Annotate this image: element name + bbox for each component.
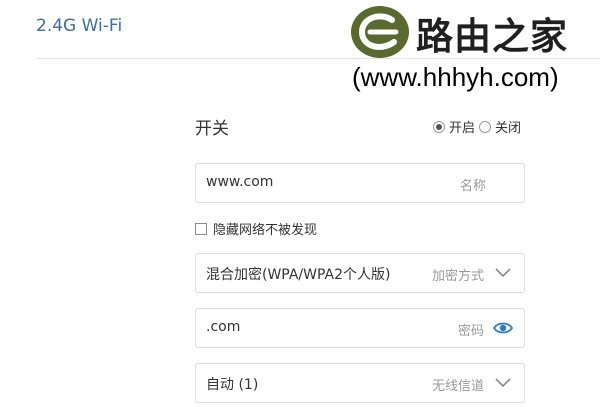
radio-off-label[interactable]: 关闭	[495, 117, 521, 136]
switch-radio-group: 开启 关闭	[432, 117, 525, 136]
ssid-field[interactable]: www.com 名称	[195, 163, 525, 203]
channel-value: 自动 (1)	[206, 377, 259, 393]
password-value[interactable]: .com	[206, 319, 240, 335]
hide-network-label: 隐藏网络不被发现	[213, 223, 318, 238]
wifi-switch-row: 开关 开启 关闭	[195, 114, 525, 139]
hide-network-checkbox[interactable]	[195, 222, 207, 235]
radio-on[interactable]	[432, 120, 445, 133]
channel-hint: 无线信道	[431, 379, 484, 394]
encryption-value: 混合加密(WPA/WPA2个人版)	[206, 267, 391, 283]
watermark-logo: 路由之家 (www.hhhyh.com)	[350, 2, 600, 98]
eye-icon[interactable]	[493, 321, 513, 335]
password-field[interactable]: .com 密码	[195, 308, 525, 348]
encryption-hint: 加密方式	[431, 269, 484, 284]
watermark-url: (www.hhhyh.com)	[352, 62, 559, 92]
ssid-value[interactable]: www.com	[206, 174, 273, 190]
password-hint: 密码	[457, 324, 484, 339]
router-home-logo-icon	[351, 6, 409, 58]
chevron-down-icon[interactable]	[495, 266, 511, 278]
watermark-brand: 路由之家	[416, 14, 568, 58]
radio-on-label[interactable]: 开启	[449, 117, 475, 136]
section-title: 2.4G Wi-Fi	[36, 16, 123, 36]
ssid-hint: 名称	[459, 179, 486, 194]
switch-label: 开关	[195, 119, 229, 139]
radio-off[interactable]	[478, 120, 491, 133]
chevron-down-icon[interactable]	[495, 376, 511, 388]
hide-network-row[interactable]: 隐藏网络不被发现	[195, 219, 317, 238]
channel-select[interactable]: 自动 (1) 无线信道	[195, 363, 525, 403]
encryption-select[interactable]: 混合加密(WPA/WPA2个人版) 加密方式	[195, 253, 525, 293]
